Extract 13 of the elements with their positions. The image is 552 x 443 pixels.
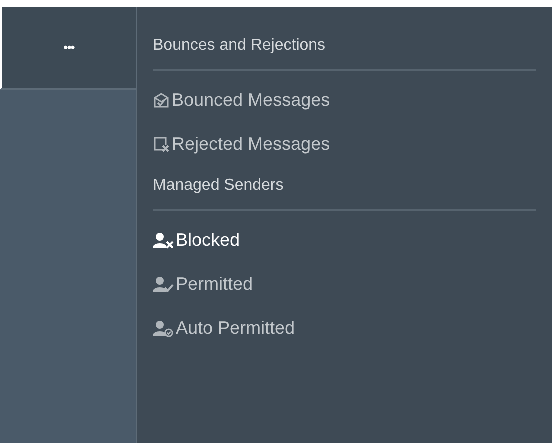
nav-item[interactable]: Permitted	[153, 273, 254, 296]
document-x-icon	[153, 136, 170, 153]
envelope-check-icon	[153, 92, 170, 109]
section-heading: Managed Senders	[153, 177, 284, 195]
user-check-icon	[153, 276, 174, 293]
user-badge-icon	[153, 320, 174, 337]
nav-item[interactable]: Rejected Messages	[153, 133, 330, 156]
nav-item[interactable]: Auto Permitted	[153, 317, 296, 340]
more-tab[interactable]: •••	[0, 7, 136, 90]
nav-item[interactable]: Bounced Messages	[153, 89, 330, 112]
section-heading: Bounces and Rejections	[153, 37, 326, 55]
user-x-icon	[153, 232, 174, 249]
nav-item[interactable]: Blocked	[153, 229, 240, 252]
